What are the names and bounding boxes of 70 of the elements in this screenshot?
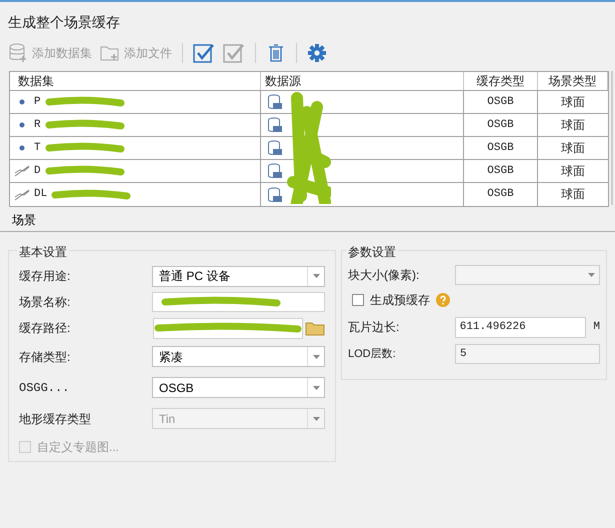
table-cell-text: 球面 [560, 163, 586, 180]
input-field[interactable] [153, 318, 303, 338]
field-label: LOD层数: [348, 346, 397, 362]
group-title: 参数设置 [346, 243, 398, 261]
table-cell-text: R [34, 118, 41, 133]
window-title: 生成整个场景缓存 [7, 13, 121, 32]
caret-icon [312, 386, 320, 390]
table-cell: OSGB [464, 114, 538, 136]
tab[interactable]: 场景 [8, 211, 40, 231]
table-cell-text: 球面 [560, 117, 586, 134]
unit-label: M [593, 320, 600, 335]
database-add-icon [8, 43, 28, 63]
caret-icon [312, 274, 320, 278]
database-icon [267, 117, 283, 133]
database-icon [267, 140, 283, 156]
checkbox-check-icon [223, 43, 245, 63]
field-label: 缓存用途: [19, 268, 70, 285]
column-header[interactable]: 场景类型 [538, 72, 608, 90]
column-header[interactable]: 数据集 [10, 72, 261, 90]
table-cell-text: 球面 [560, 140, 586, 157]
scrollbar[interactable] [611, 71, 613, 205]
column-header[interactable]: 数据源 [261, 72, 464, 90]
database-icon [267, 186, 283, 202]
checkbox-label: 生成预缓存 [370, 292, 430, 309]
dropdown[interactable]: 紧凑 [152, 346, 325, 367]
field-label: 缓存路径: [19, 320, 70, 337]
field-label: 块大小(像素): [348, 267, 420, 284]
select-all-button[interactable] [191, 43, 217, 63]
table-cell-text: 球面 [560, 94, 586, 111]
caret-icon [312, 416, 320, 420]
dropdown[interactable]: 普通 PC 设备 [152, 266, 325, 286]
database-icon [267, 163, 283, 179]
settings-button[interactable] [305, 43, 329, 63]
table-cell-text: DL [34, 187, 48, 202]
checkbox-label: 自定义专题图... [37, 439, 120, 456]
table-cell-text: D [34, 164, 41, 179]
table-cell: OSGB [464, 160, 538, 182]
dropdown-value: Tin [158, 410, 176, 428]
input-field[interactable] [152, 292, 325, 312]
database-icon [267, 94, 283, 110]
table-cell-text: P [34, 94, 41, 110]
field-label: 瓦片边长: [348, 319, 400, 336]
checkbox[interactable] [352, 294, 364, 306]
table-cell: OSGB [464, 137, 538, 159]
checkbox-check-icon [193, 43, 215, 63]
field-label: 地形缓存类型 [19, 410, 91, 428]
dropdown-value: 普通 PC 设备 [158, 268, 232, 285]
dropdown[interactable]: OSGB [152, 377, 325, 398]
trash-icon [266, 43, 286, 63]
field-label: 场景名称: [19, 294, 70, 311]
line-icon [14, 165, 30, 177]
dropdown-value: OSGB [158, 380, 195, 396]
point-icon [18, 144, 26, 152]
dropdown-value: 紧凑 [158, 348, 184, 366]
folder-icon[interactable] [305, 320, 325, 336]
table-cell-text: 球面 [560, 186, 586, 203]
table-cell: OSGB [464, 91, 538, 113]
input-field[interactable]: 611.496226 [454, 316, 586, 338]
help-icon[interactable] [436, 293, 450, 307]
field-label: OSGG... [19, 380, 70, 396]
caret-icon [588, 273, 595, 277]
point-icon [18, 121, 26, 129]
caret-icon [312, 354, 320, 358]
table-cell: OSGB [464, 183, 538, 206]
column-header[interactable]: 缓存类型 [464, 72, 538, 90]
line-icon [14, 188, 30, 200]
settings-icon [307, 43, 327, 63]
table-cell-text: T [34, 140, 41, 156]
field-label: 存储类型: [19, 348, 70, 366]
point-icon [18, 98, 26, 106]
